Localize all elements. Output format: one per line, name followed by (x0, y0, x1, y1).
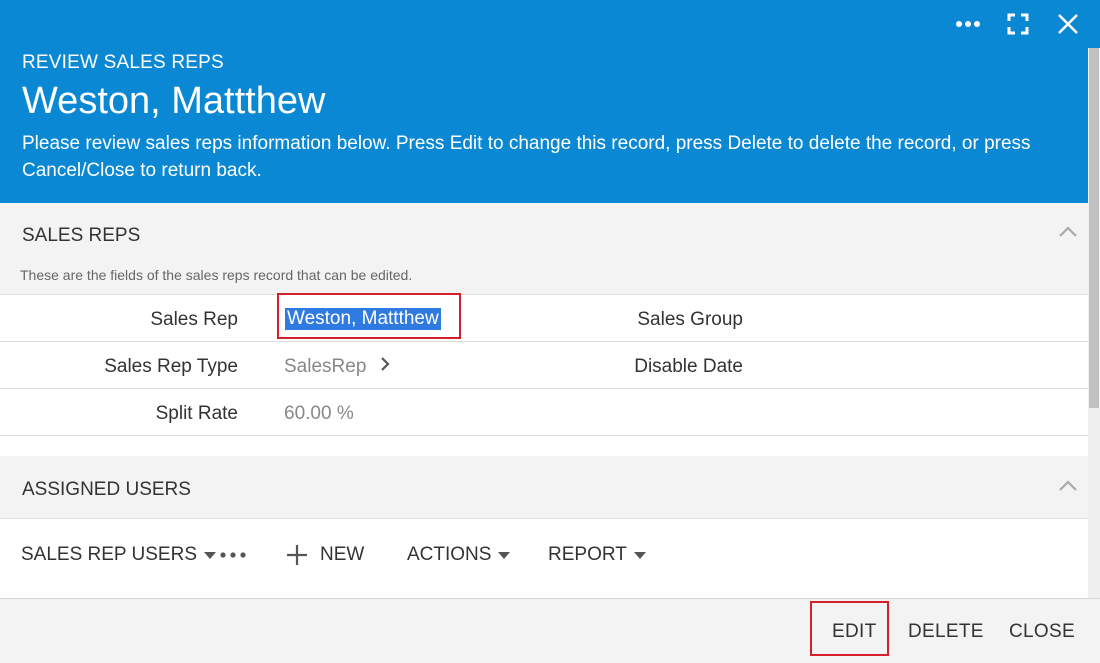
header-tools (954, 10, 1082, 38)
chevron-up-icon[interactable] (1058, 225, 1078, 239)
new-button[interactable]: NEW (286, 544, 364, 566)
scrollbar-thumb[interactable] (1089, 48, 1099, 408)
form-header: REVIEW SALES REPS Weston, Mattthew Pleas… (0, 0, 1100, 203)
caret-down-icon (204, 551, 217, 559)
fields-padding (0, 436, 1088, 456)
close-button[interactable]: CLOSE (1009, 621, 1075, 643)
field-row-split-rate: Split Rate 60.00 % (0, 389, 1088, 436)
section-title: SALES REPS (22, 225, 141, 246)
assigned-users-toolbar: SALES REP USERS NEW ACTIONS REPORT (0, 519, 1088, 598)
sales-rep-users-dropdown[interactable]: SALES REP USERS (21, 544, 217, 566)
more-options-icon[interactable] (220, 552, 246, 558)
sales-rep-type-text[interactable]: SalesRep (284, 356, 366, 377)
field-row-sales-rep: Sales Rep Weston, Mattthew Sales Group (0, 293, 1088, 342)
sales-rep-label: Sales Rep (150, 309, 238, 330)
vertical-scrollbar[interactable] (1088, 48, 1100, 598)
caret-down-icon (633, 551, 646, 559)
chevron-up-icon[interactable] (1058, 479, 1078, 493)
sales-rep-type-value[interactable]: SalesRep (284, 356, 390, 378)
caret-down-icon (498, 551, 511, 559)
actions-dropdown[interactable]: ACTIONS (407, 544, 511, 566)
section-note: These are the fields of the sales reps r… (20, 267, 413, 283)
sales-rep-users-label: SALES REP USERS (21, 544, 198, 565)
page-title: Weston, Mattthew (22, 80, 326, 122)
sales-rep-value-highlight[interactable]: Weston, Mattthew (277, 293, 461, 339)
sales-reps-section-header: SALES REPS (0, 203, 1088, 265)
report-dropdown[interactable]: REPORT (548, 544, 646, 566)
assigned-users-section-header: ASSIGNED USERS (0, 457, 1088, 519)
sales-rep-value[interactable]: Weston, Mattthew (285, 308, 441, 330)
section-title: ASSIGNED USERS (22, 479, 191, 500)
sales-reps-fields: Sales Rep Weston, Mattthew Sales Group S… (0, 293, 1088, 456)
split-rate-label: Split Rate (155, 403, 238, 424)
delete-button[interactable]: DELETE (908, 621, 984, 643)
disable-date-label: Disable Date (634, 356, 743, 377)
fullscreen-icon[interactable] (1004, 10, 1032, 38)
sales-group-label: Sales Group (637, 309, 743, 330)
page-description: Please review sales reps information bel… (22, 133, 1031, 181)
new-button-label: NEW (320, 544, 365, 565)
report-label: REPORT (548, 544, 627, 565)
assigned-users-section: ASSIGNED USERS SALES REP USERS NEW ACTIO… (0, 457, 1088, 598)
chevron-right-icon[interactable] (380, 356, 390, 378)
split-rate-value: 60.00 % (284, 403, 354, 424)
edit-button[interactable]: EDIT (832, 621, 876, 643)
close-icon[interactable] (1054, 10, 1082, 38)
breadcrumb: REVIEW SALES REPS (22, 52, 224, 73)
more-icon[interactable] (954, 10, 982, 38)
actions-label: ACTIONS (407, 544, 492, 565)
field-row-sales-rep-type: Sales Rep Type SalesRep Disable Date (0, 342, 1088, 389)
form-content: SALES REPS These are the fields of the s… (0, 203, 1088, 598)
form-footer: EDIT DELETE CLOSE (0, 598, 1100, 663)
plus-icon (286, 544, 308, 566)
sales-rep-type-label: Sales Rep Type (104, 356, 238, 377)
